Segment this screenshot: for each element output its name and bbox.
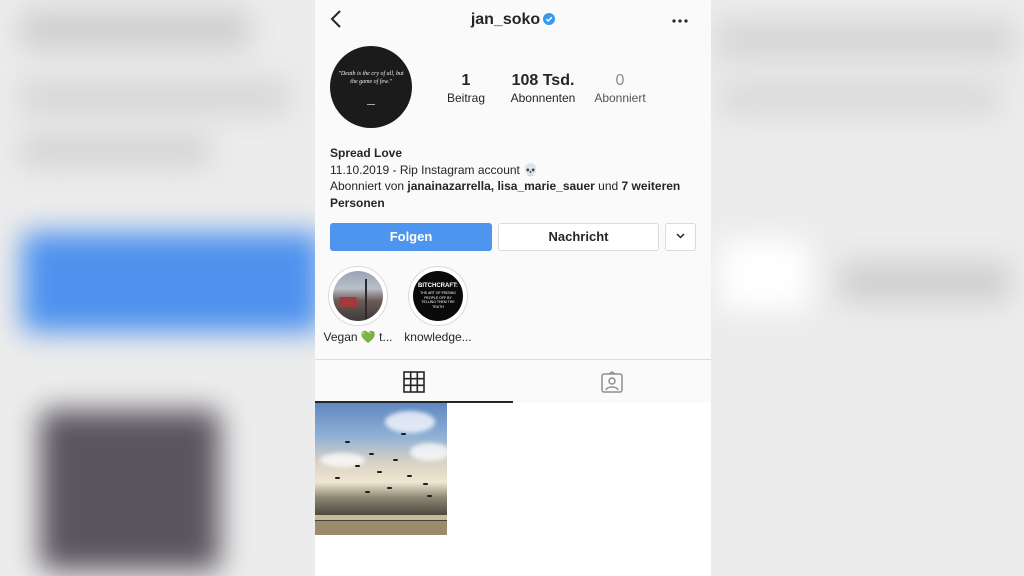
followed-by[interactable]: Abonniert von janainazarrella, lisa_mari… — [330, 178, 696, 211]
tab-tagged[interactable] — [513, 360, 711, 403]
username-text: jan_soko — [470, 11, 541, 28]
highlight-ring — [328, 266, 388, 326]
posts-grid — [315, 403, 711, 576]
top-bar: jan_soko — [315, 0, 711, 42]
stat-followers-label: Abonnenten — [510, 91, 576, 105]
verified-badge-icon — [543, 12, 556, 25]
cover-subtitle: THE ART OF PISSING PEOPLE OFF BY TELLING… — [420, 291, 456, 309]
stat-following[interactable]: 0 Abonniert — [589, 72, 651, 106]
highlight-knowledge[interactable]: BITCHCRAFT: THE ART OF PISSING PEOPLE OF… — [400, 266, 476, 344]
highlight-vegan[interactable]: Vegan 💚 t... — [320, 266, 396, 344]
stat-following-label: Abonniert — [594, 91, 646, 105]
post-thumbnail[interactable] — [315, 403, 447, 535]
stat-followers-value: 108 Tsd. — [511, 72, 575, 89]
highlight-ring: BITCHCRAFT: THE ART OF PISSING PEOPLE OF… — [408, 266, 468, 326]
followed-mid: und — [594, 179, 622, 193]
tab-posts-grid[interactable] — [315, 360, 513, 403]
cover-title: BITCHCRAFT: — [418, 283, 458, 289]
profile-avatar[interactable]: "Death is the cry of all, but the game o… — [330, 46, 412, 128]
profile-username-header: jan_soko — [315, 11, 711, 29]
highlight-caption: knowledge... — [404, 330, 472, 344]
suggestions-dropdown-button[interactable] — [665, 223, 696, 251]
more-horizontal-icon[interactable] — [671, 12, 689, 30]
highlight-cover-image — [333, 271, 383, 321]
follow-button[interactable]: Folgen — [330, 223, 492, 251]
message-button[interactable]: Nachricht — [498, 223, 659, 251]
highlight-caption: Vegan 💚 t... — [323, 330, 393, 344]
stat-posts-value: 1 — [461, 72, 471, 89]
profile-bio: Spread Love 11.10.2019 - Rip Instagram a… — [330, 145, 696, 211]
stat-followers[interactable]: 108 Tsd. Abonnenten — [505, 72, 581, 106]
followed-users: janainazarrella, lisa_marie_sauer — [407, 179, 595, 193]
stat-posts[interactable]: 1 Beitrag — [441, 72, 491, 106]
followed-prefix: Abonniert von — [330, 179, 408, 193]
avatar-divider — [367, 104, 375, 105]
profile-screen: jan_soko "Death is the cry of all, but t… — [315, 0, 711, 576]
profile-tabs — [315, 359, 711, 404]
stat-following-value: 0 — [615, 72, 625, 89]
stat-posts-label: Beitrag — [446, 91, 486, 105]
highlight-cover-image: BITCHCRAFT: THE ART OF PISSING PEOPLE OF… — [413, 271, 463, 321]
avatar-quote: "Death is the cry of all, but the game o… — [338, 71, 404, 85]
bio-line: 11.10.2019 - Rip Instagram account 💀 — [330, 162, 539, 177]
bio-name: Spread Love — [330, 146, 403, 160]
